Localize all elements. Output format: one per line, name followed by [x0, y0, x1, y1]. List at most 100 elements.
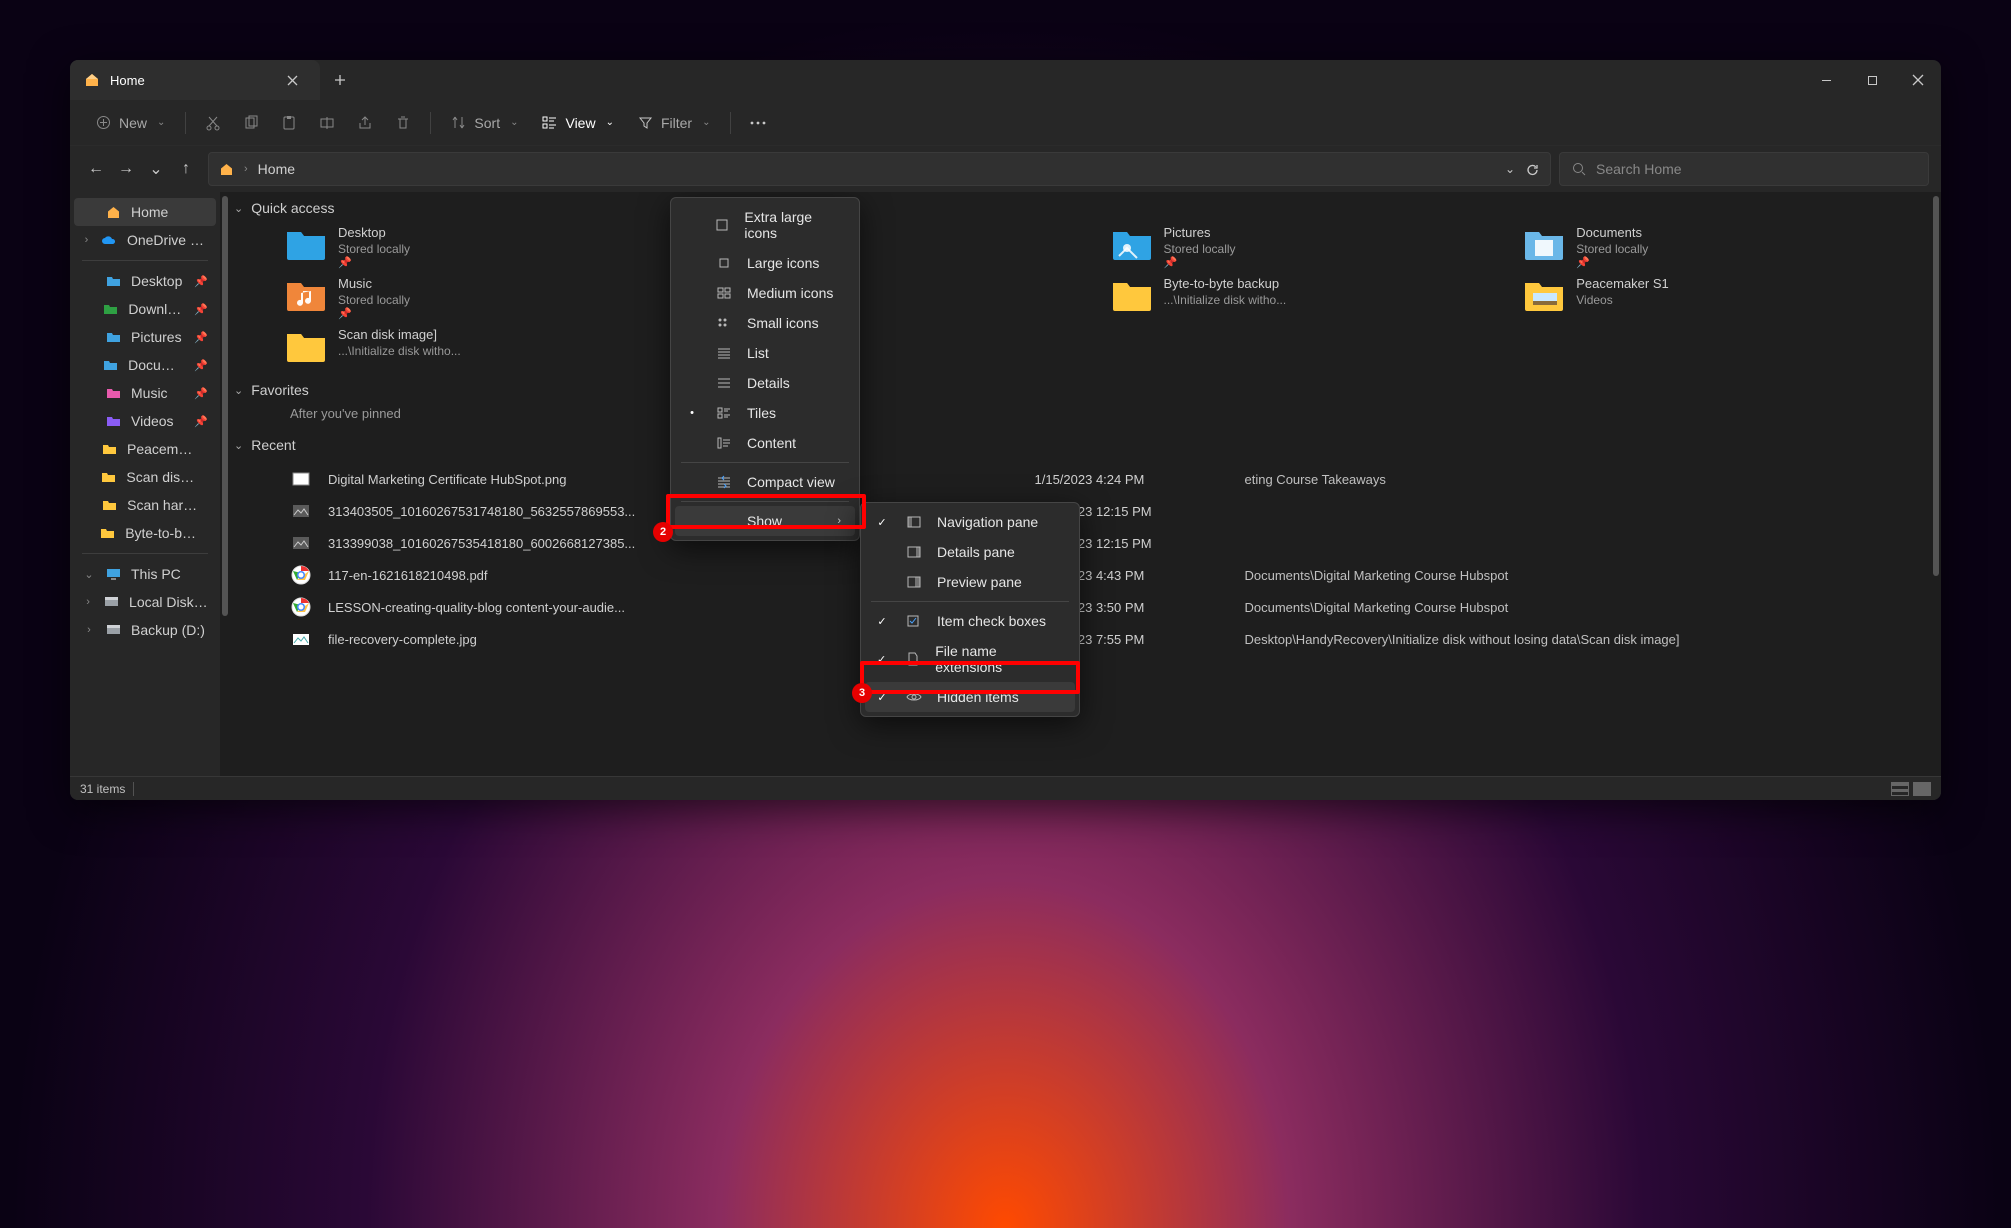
menu-item-show[interactable]: Show ›	[675, 506, 855, 536]
tab-close-button[interactable]	[278, 66, 306, 94]
menu-item-view-option[interactable]: Medium icons	[675, 278, 855, 308]
copy-button[interactable]	[234, 109, 268, 137]
sort-button[interactable]: Sort ⌄	[441, 109, 528, 137]
view-menu: Extra large iconsLarge iconsMedium icons…	[670, 197, 860, 541]
delete-button[interactable]	[386, 109, 420, 137]
maximize-button[interactable]	[1849, 60, 1895, 100]
recent-item[interactable]: 117-en-1621618210498.pdf1/14/2023 4:43 P…	[290, 559, 1941, 591]
section-favorites[interactable]: ⌄ Favorites	[220, 374, 1941, 406]
view-type-icon	[715, 437, 733, 449]
menu-item-view-option[interactable]: •Tiles	[675, 398, 855, 428]
chevron-right-icon: ›	[82, 596, 94, 608]
paste-button[interactable]	[272, 109, 306, 137]
menu-item-compact-view[interactable]: Compact view	[675, 467, 855, 497]
view-type-icon	[715, 317, 733, 329]
menu-item-navigation-pane[interactable]: ✓ Navigation pane	[865, 507, 1075, 537]
menu-item-file-extensions[interactable]: ✓ File name extensions	[865, 636, 1075, 682]
sidebar-item-drive[interactable]: ›Local Disk (C:)	[74, 588, 216, 616]
breadcrumb-location: Home	[258, 161, 295, 177]
item-count: 31 items	[80, 782, 125, 796]
sidebar-item[interactable]: Scan hard drive	[74, 491, 216, 519]
refresh-button[interactable]	[1525, 162, 1540, 177]
filter-button[interactable]: Filter ⌄	[628, 109, 721, 137]
minimize-button[interactable]	[1803, 60, 1849, 100]
quick-access-item[interactable]: Scan disk image]...\Initialize disk with…	[284, 326, 677, 364]
menu-item-view-option[interactable]: Small icons	[675, 308, 855, 338]
quick-access-item[interactable]: Peacemaker S1Videos	[1522, 275, 1915, 320]
menu-item-preview-pane[interactable]: Preview pane	[865, 567, 1075, 597]
file-icon	[290, 500, 312, 522]
close-button[interactable]	[1895, 60, 1941, 100]
sidebar-item-drive[interactable]: ›Backup (D:)	[74, 616, 216, 644]
recent-dropdown[interactable]: ⌄	[142, 155, 170, 183]
tab-home[interactable]: Home	[70, 60, 320, 100]
sidebar-item[interactable]: Desktop📌	[74, 267, 216, 295]
drive-icon	[106, 624, 121, 636]
more-button[interactable]	[741, 115, 775, 131]
pin-icon: 📌	[1164, 256, 1236, 269]
pane-icon	[905, 516, 923, 528]
quick-access-item[interactable]: Byte-to-byte backup...\Initialize disk w…	[1110, 275, 1503, 320]
checkbox-icon	[905, 615, 923, 627]
scrollbar[interactable]	[1933, 196, 1939, 576]
section-quick-access[interactable]: ⌄ Quick access	[220, 192, 1941, 224]
pane-icon	[905, 546, 923, 558]
pin-icon: 📌	[194, 387, 208, 400]
quick-access-item[interactable]: MusicStored locally📌	[284, 275, 677, 320]
recent-item[interactable]: LESSON-creating-quality-blog content-you…	[290, 591, 1941, 623]
search-placeholder: Search Home	[1596, 161, 1682, 177]
quick-access-item[interactable]: PicturesStored locally📌	[1110, 224, 1503, 269]
back-button[interactable]: ←	[82, 155, 110, 183]
sidebar-item[interactable]: Byte-to-byte backup	[74, 519, 216, 547]
breadcrumb[interactable]: › Home ⌄	[208, 152, 1551, 186]
pin-icon: 📌	[194, 275, 208, 288]
menu-item-view-option[interactable]: List	[675, 338, 855, 368]
chevron-down-icon[interactable]: ⌄	[1505, 162, 1515, 176]
chevron-down-icon: ⌄	[702, 117, 710, 128]
recent-item[interactable]: 313399038_10160267535418180_600266812738…	[290, 527, 1941, 559]
recent-item[interactable]: file-recovery-complete.jpg1/13/2023 7:55…	[290, 623, 1941, 655]
new-button[interactable]: New ⌄	[86, 109, 175, 137]
folder-icon	[102, 499, 117, 511]
sidebar-item[interactable]: Pictures📌	[74, 323, 216, 351]
sidebar-item-onedrive[interactable]: › OneDrive - Personal	[74, 226, 216, 254]
folder-icon	[1110, 277, 1154, 313]
new-tab-button[interactable]	[320, 60, 360, 100]
pin-icon: 📌	[194, 303, 208, 316]
sidebar-item[interactable]: Documents📌	[74, 351, 216, 379]
section-recent[interactable]: ⌄ Recent	[220, 429, 1941, 461]
view-tiles-toggle[interactable]	[1913, 782, 1931, 796]
sidebar-item[interactable]: Scan disk image]	[74, 463, 216, 491]
chevron-right-icon: ›	[837, 515, 841, 527]
rename-button[interactable]	[310, 109, 344, 137]
sidebar-item[interactable]: Downloads📌	[74, 295, 216, 323]
share-button[interactable]	[348, 109, 382, 137]
forward-button[interactable]: →	[112, 155, 140, 183]
quick-access-item[interactable]: DocumentsStored locally📌	[1522, 224, 1915, 269]
cut-button[interactable]	[196, 109, 230, 137]
menu-item-check-boxes[interactable]: ✓ Item check boxes	[865, 606, 1075, 636]
menu-item-details-pane[interactable]: Details pane	[865, 537, 1075, 567]
up-button[interactable]: ↑	[172, 155, 200, 183]
pin-icon: 📌	[194, 359, 208, 372]
sidebar-item[interactable]: Peacemaker S1	[74, 435, 216, 463]
view-details-toggle[interactable]	[1891, 782, 1909, 796]
file-explorer-window: Home New ⌄ Sort ⌄	[70, 60, 1941, 800]
view-type-icon	[715, 257, 733, 269]
menu-item-view-option[interactable]: Content	[675, 428, 855, 458]
sidebar-item[interactable]: Videos📌	[74, 407, 216, 435]
sidebar-item-this-pc[interactable]: ⌄ This PC	[74, 560, 216, 588]
scrollbar[interactable]	[222, 196, 228, 616]
chevron-right-icon: ›	[82, 234, 91, 246]
menu-item-view-option[interactable]: Details	[675, 368, 855, 398]
menu-item-hidden-items[interactable]: ✓ Hidden items	[865, 682, 1075, 712]
recent-item[interactable]: 313403505_10160267531748180_563255786955…	[290, 495, 1941, 527]
menu-item-view-option[interactable]: Large icons	[675, 248, 855, 278]
view-button[interactable]: View ⌄	[532, 109, 623, 137]
search-input[interactable]: Search Home	[1559, 152, 1929, 186]
sidebar-item-home[interactable]: Home	[74, 198, 216, 226]
sidebar-item[interactable]: Music📌	[74, 379, 216, 407]
quick-access-item[interactable]: DesktopStored locally📌	[284, 224, 677, 269]
menu-item-view-option[interactable]: Extra large icons	[675, 202, 855, 248]
recent-item[interactable]: Digital Marketing Certificate HubSpot.pn…	[290, 463, 1941, 495]
